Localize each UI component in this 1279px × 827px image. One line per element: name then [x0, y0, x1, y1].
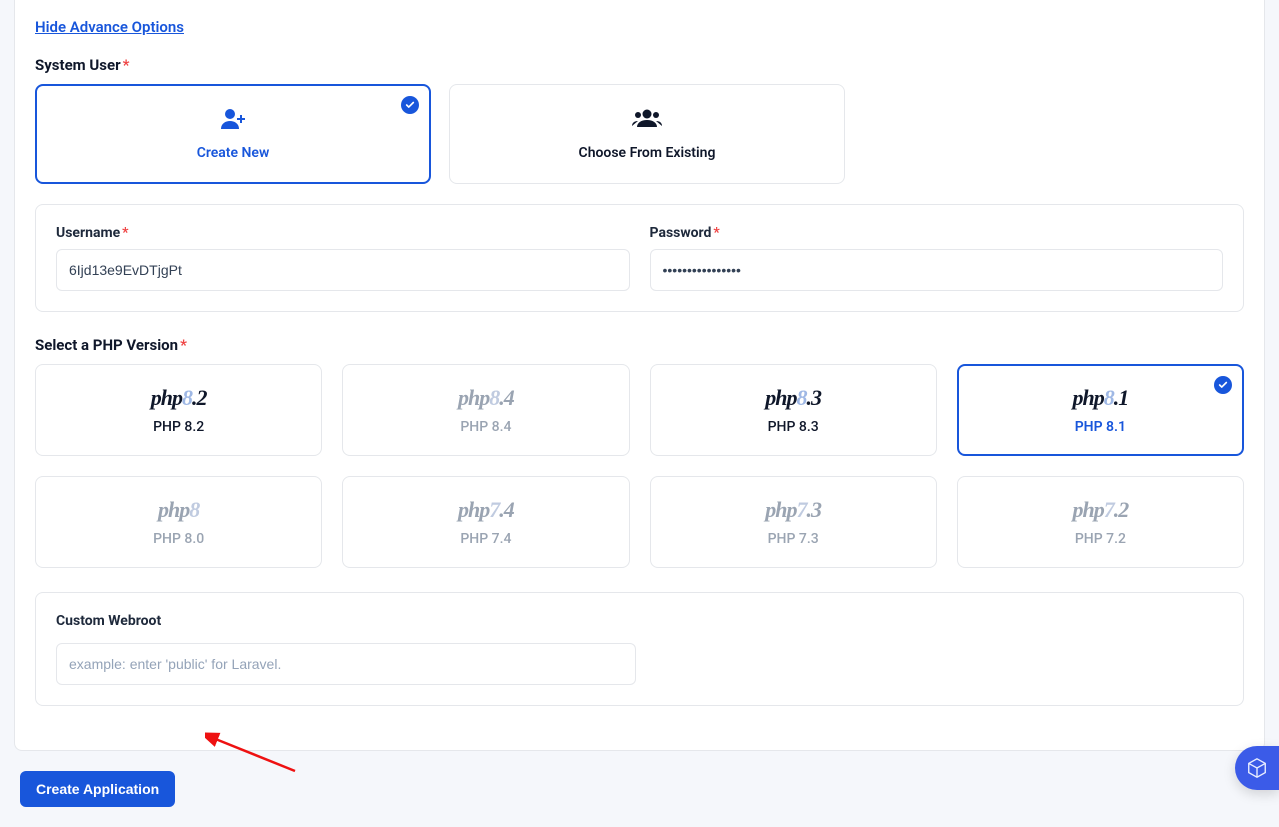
php-option-php-8-4[interactable]: php8.4 PHP 8.4	[342, 364, 629, 456]
php-version-label-text: Select a PHP Version	[35, 336, 178, 354]
php-option-php-7-4[interactable]: php7.4 PHP 7.4	[342, 476, 629, 568]
php-option-php-8-0[interactable]: php8 PHP 8.0	[35, 476, 322, 568]
username-field: Username*	[56, 225, 630, 291]
php-option-caption: PHP 8.2	[153, 419, 204, 435]
username-label: Username*	[56, 225, 630, 241]
php-logo-icon: php8	[158, 497, 199, 523]
help-fab-button[interactable]	[1235, 746, 1279, 790]
php-option-php-7-2[interactable]: php7.2 PHP 7.2	[957, 476, 1244, 568]
php-version-label: Select a PHP Version*	[35, 336, 1244, 354]
user-plus-icon	[218, 107, 248, 135]
php-option-php-8-2[interactable]: php8.2 PHP 8.2	[35, 364, 322, 456]
option-choose-existing[interactable]: Choose From Existing	[449, 84, 845, 184]
option-create-new[interactable]: Create New	[35, 84, 431, 184]
php-logo-icon: php8.3	[765, 385, 821, 411]
php-option-php-8-3[interactable]: php8.3 PHP 8.3	[650, 364, 937, 456]
system-user-label-text: System User	[35, 56, 121, 74]
users-group-icon	[632, 107, 662, 135]
password-input[interactable]	[650, 249, 1224, 291]
username-label-text: Username	[56, 225, 120, 241]
php-logo-icon: php7.2	[1073, 497, 1129, 523]
php-option-caption: PHP 7.2	[1075, 531, 1126, 547]
required-asterisk: *	[713, 225, 719, 241]
required-asterisk: *	[122, 225, 128, 241]
webroot-input[interactable]	[56, 643, 636, 685]
php-logo-icon: php7.4	[458, 497, 514, 523]
php-version-grid: php8.2PHP 8.2php8.4PHP 8.4php8.3PHP 8.3p…	[35, 364, 1244, 568]
required-asterisk: *	[180, 336, 187, 354]
php-option-caption: PHP 8.4	[460, 419, 511, 435]
php-option-caption: PHP 8.1	[1075, 419, 1126, 435]
create-application-button[interactable]: Create Application	[20, 771, 175, 807]
check-icon	[1214, 376, 1232, 394]
php-logo-icon: php8.2	[151, 385, 207, 411]
check-icon	[401, 96, 419, 114]
system-user-label: System User*	[35, 56, 1244, 74]
php-logo-icon: php8.1	[1073, 385, 1129, 411]
cube-icon	[1246, 757, 1268, 779]
php-option-caption: PHP 7.3	[768, 531, 819, 547]
php-option-php-8-1[interactable]: php8.1 PHP 8.1	[957, 364, 1244, 456]
form-panel: Hide Advance Options System User* Create…	[14, 0, 1265, 751]
password-field: Password*	[650, 225, 1224, 291]
php-option-caption: PHP 8.3	[768, 419, 819, 435]
option-choose-existing-label: Choose From Existing	[579, 145, 716, 161]
password-label: Password*	[650, 225, 1224, 241]
toggle-advanced-link[interactable]: Hide Advance Options	[35, 18, 184, 36]
system-user-options: Create New Choose From Existing	[35, 84, 1244, 184]
required-asterisk: *	[123, 56, 130, 74]
username-input[interactable]	[56, 249, 630, 291]
webroot-label: Custom Webroot	[56, 613, 1223, 629]
password-label-text: Password	[650, 225, 712, 241]
php-option-caption: PHP 8.0	[153, 531, 204, 547]
credentials-panel: Username* Password*	[35, 204, 1244, 312]
webroot-panel: Custom Webroot	[35, 592, 1244, 706]
php-logo-icon: php8.4	[458, 385, 514, 411]
php-option-php-7-3[interactable]: php7.3 PHP 7.3	[650, 476, 937, 568]
php-option-caption: PHP 7.4	[460, 531, 511, 547]
php-logo-icon: php7.3	[765, 497, 821, 523]
option-create-new-label: Create New	[197, 145, 270, 161]
